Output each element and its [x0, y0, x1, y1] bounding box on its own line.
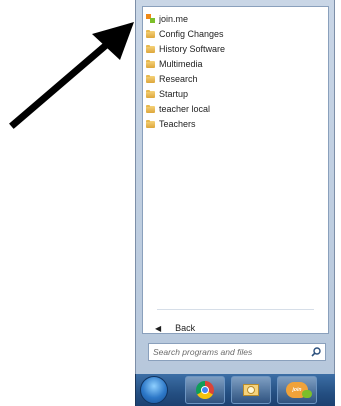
program-label: Config Changes: [159, 28, 224, 39]
program-item-history-software[interactable]: History Software: [146, 41, 225, 56]
taskbar-joinme-button[interactable]: join: [277, 376, 317, 404]
program-item-teachers[interactable]: Teachers: [146, 116, 225, 131]
program-label: join.me: [159, 13, 189, 24]
program-item-teacher-local[interactable]: teacher local: [146, 101, 225, 116]
program-item-research[interactable]: Research: [146, 71, 225, 86]
folder-icon: [146, 119, 155, 128]
taskbar-outlook-button[interactable]: [231, 376, 271, 404]
program-label: Research: [159, 73, 198, 84]
outlook-icon: [241, 382, 261, 398]
taskbar: join: [135, 374, 335, 406]
program-label: Multimedia: [159, 58, 203, 69]
back-label: Back: [175, 323, 196, 333]
folder-icon: [146, 44, 155, 53]
search-icon[interactable]: [309, 345, 323, 359]
program-label: teacher local: [159, 103, 211, 114]
folder-icon: [146, 59, 155, 68]
start-orb[interactable]: [140, 376, 168, 404]
pointer-arrow: [9, 22, 134, 129]
start-menu: join.me Config Changes History Software …: [135, 0, 335, 374]
program-item-multimedia[interactable]: Multimedia: [146, 56, 225, 71]
folder-icon: [146, 74, 155, 83]
back-button[interactable]: ◀ Back: [155, 321, 195, 335]
taskbar-chrome-button[interactable]: [185, 376, 225, 404]
search-box[interactable]: [148, 343, 326, 361]
folder-icon: [146, 29, 155, 38]
program-label: History Software: [159, 43, 226, 54]
program-label: Teachers: [159, 118, 196, 129]
chrome-icon: [196, 381, 214, 399]
joinme-icon: join: [286, 382, 312, 398]
joinme-icon: [146, 14, 155, 23]
program-label: Startup: [159, 88, 189, 99]
program-item-joinme[interactable]: join.me: [146, 11, 225, 26]
search-input[interactable]: [149, 344, 309, 360]
program-item-startup[interactable]: Startup: [146, 86, 225, 101]
program-item-config-changes[interactable]: Config Changes: [146, 26, 225, 41]
divider: [157, 309, 314, 310]
folder-icon: [146, 89, 155, 98]
folder-icon: [146, 104, 155, 113]
program-list: join.me Config Changes History Software …: [146, 11, 225, 131]
all-programs-pane: join.me Config Changes History Software …: [142, 6, 329, 334]
back-arrow-icon: ◀: [155, 323, 162, 333]
